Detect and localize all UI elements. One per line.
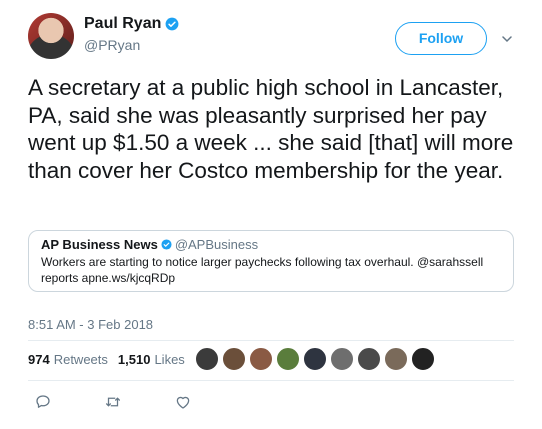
tweet-stats: 974 Retweets 1,510 Likes bbox=[28, 352, 195, 367]
divider bbox=[28, 380, 514, 381]
liker-avatar[interactable] bbox=[411, 347, 435, 371]
liker-avatar[interactable] bbox=[384, 347, 408, 371]
divider bbox=[28, 340, 514, 341]
tweet-actions bbox=[34, 393, 244, 411]
verified-badge-icon bbox=[161, 239, 172, 250]
author-name-row: Paul Ryan bbox=[84, 15, 179, 33]
liker-avatar[interactable] bbox=[276, 347, 300, 371]
retweets-label: Retweets bbox=[53, 352, 108, 367]
heart-icon[interactable] bbox=[174, 393, 192, 411]
author-name[interactable]: Paul Ryan bbox=[84, 15, 161, 33]
tweet-text: A secretary at a public high school in L… bbox=[28, 75, 514, 183]
quoted-tweet-header: AP Business News @APBusiness bbox=[41, 237, 501, 252]
quoted-tweet[interactable]: AP Business News @APBusiness Workers are… bbox=[28, 230, 514, 292]
tweet-timestamp[interactable]: 8:51 AM - 3 Feb 2018 bbox=[28, 317, 153, 332]
quoted-author-name: AP Business News bbox=[41, 237, 158, 252]
verified-badge-icon bbox=[165, 17, 179, 31]
chevron-down-icon[interactable] bbox=[501, 33, 513, 45]
author-avatar[interactable] bbox=[28, 13, 74, 59]
liker-avatar[interactable] bbox=[357, 347, 381, 371]
likes-count: 1,510 bbox=[117, 352, 151, 367]
liker-avatar[interactable] bbox=[249, 347, 273, 371]
follow-button[interactable]: Follow bbox=[395, 22, 487, 55]
likes-label: Likes bbox=[154, 352, 185, 367]
retweets-stat[interactable]: 974 Retweets bbox=[28, 352, 108, 367]
liker-avatar[interactable] bbox=[303, 347, 327, 371]
liker-avatar[interactable] bbox=[195, 347, 219, 371]
liker-avatars bbox=[195, 347, 438, 371]
author-handle[interactable]: @PRyan bbox=[84, 37, 140, 53]
retweet-icon[interactable] bbox=[104, 393, 122, 411]
liker-avatar[interactable] bbox=[330, 347, 354, 371]
reply-icon[interactable] bbox=[34, 393, 52, 411]
quoted-tweet-text: Workers are starting to notice larger pa… bbox=[41, 255, 484, 285]
likes-stat[interactable]: 1,510 Likes bbox=[118, 352, 185, 367]
liker-avatar[interactable] bbox=[222, 347, 246, 371]
retweets-count: 974 bbox=[28, 352, 50, 367]
quoted-author-handle: @APBusiness bbox=[174, 237, 259, 252]
